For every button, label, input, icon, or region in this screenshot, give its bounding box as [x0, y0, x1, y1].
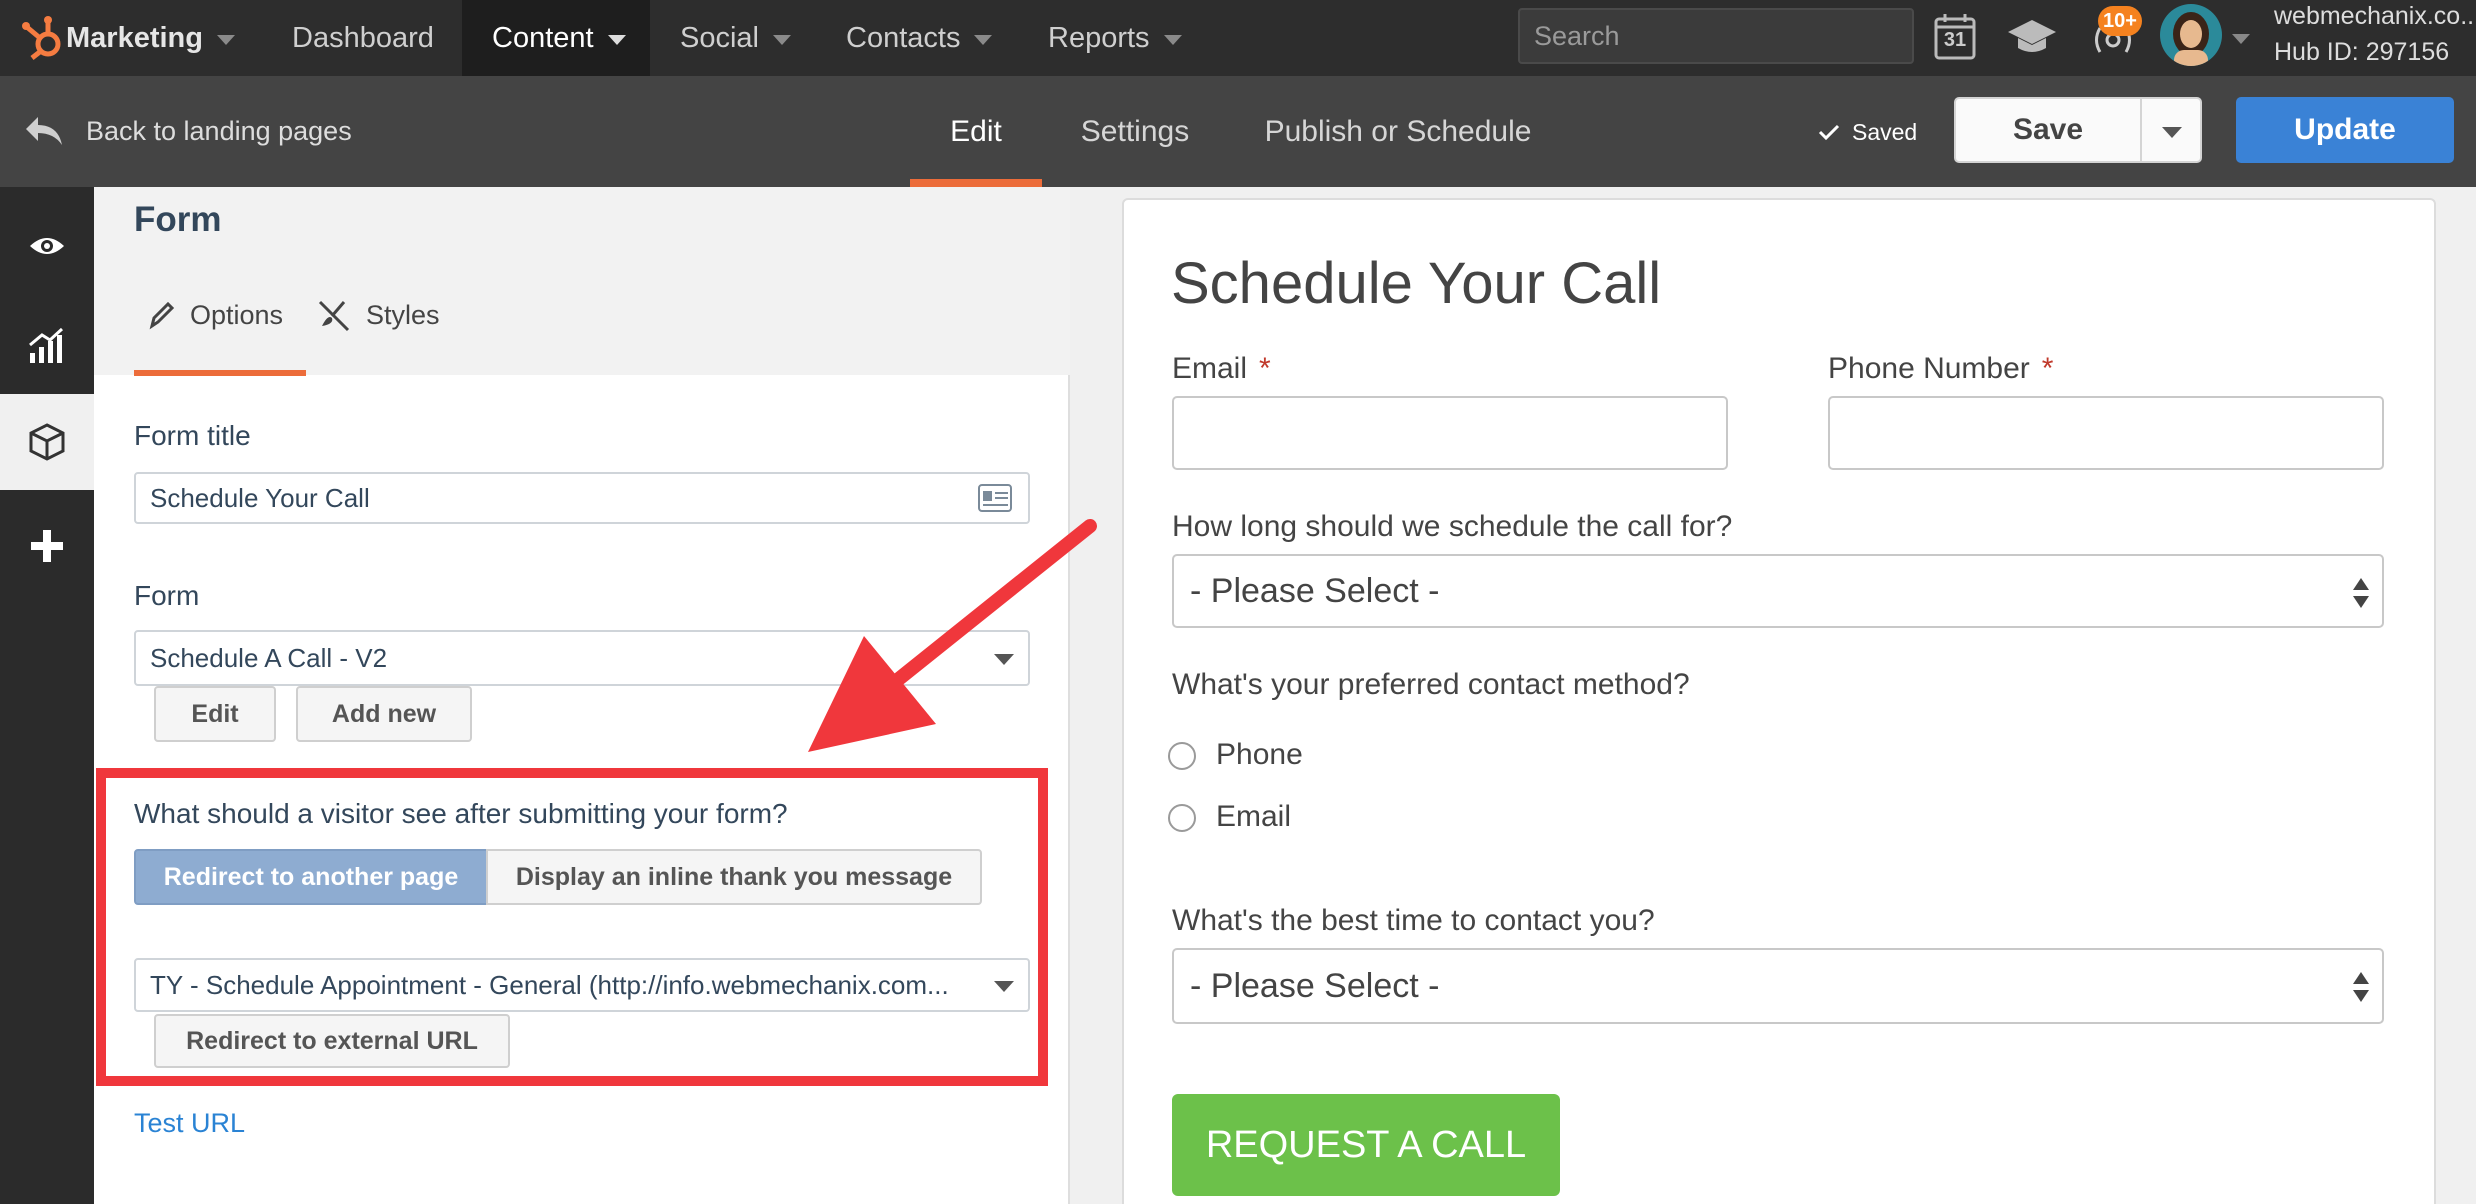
- tab-publish-or-schedule[interactable]: Publish or Schedule: [1258, 76, 1538, 187]
- back-to-landing-pages-link[interactable]: Back to landing pages: [24, 108, 352, 154]
- redirect-page-value: TY - Schedule Appointment - General (htt…: [150, 969, 949, 1000]
- radio-email[interactable]: [1168, 804, 1196, 832]
- nav-dashboard-label: Dashboard: [292, 21, 434, 54]
- saved-status: Saved: [1818, 112, 1917, 152]
- required-mark: *: [2041, 352, 2054, 385]
- red-arrow-annotation: [808, 519, 1097, 752]
- contact-card-icon[interactable]: [978, 484, 1012, 512]
- chevron-down-icon: [216, 35, 235, 45]
- checkmark-icon: [1818, 124, 1840, 141]
- calendar-day: 31: [1943, 29, 1967, 51]
- edit-form-button[interactable]: Edit: [154, 686, 276, 742]
- nav-reports-label: Reports: [1048, 21, 1150, 54]
- up-down-arrows-icon: [2353, 972, 2369, 1002]
- form-title-value: Schedule Your Call: [150, 482, 370, 513]
- tab-options[interactable]: Options: [134, 300, 306, 376]
- chevron-down-icon[interactable]: [2232, 34, 2250, 44]
- best-time-value: - Please Select -: [1190, 966, 1440, 1005]
- chevron-down-icon: [607, 35, 626, 45]
- inline-thank-you-option[interactable]: Display an inline thank you message: [486, 849, 982, 905]
- nav-contacts-label: Contacts: [846, 21, 961, 54]
- update-button[interactable]: Update: [2236, 97, 2454, 163]
- plus-icon: [31, 530, 63, 562]
- rail-preview-button[interactable]: [0, 198, 94, 294]
- call-duration-label: How long should we schedule the call for…: [1172, 510, 1733, 543]
- tab-styles-label: Styles: [366, 300, 440, 330]
- redirect-to-page-option[interactable]: Redirect to another page: [134, 849, 488, 905]
- form-title-label: Form title: [134, 420, 251, 451]
- call-duration-value: - Please Select -: [1190, 571, 1440, 610]
- saved-label: Saved: [1852, 118, 1918, 145]
- cube-icon: [29, 423, 65, 461]
- tab-options-label: Options: [190, 300, 284, 330]
- rail-add-module-button[interactable]: [0, 498, 94, 594]
- tab-styles[interactable]: Styles: [318, 300, 440, 340]
- email-field[interactable]: [1172, 396, 1728, 470]
- required-mark: *: [1259, 352, 1271, 385]
- form-select-label: Form: [134, 580, 200, 611]
- search-input[interactable]: [1518, 8, 1914, 64]
- nav-content-label: Content: [492, 21, 594, 54]
- nav-content[interactable]: Content: [462, 0, 650, 76]
- phone-label-text: Phone Number: [1828, 352, 2030, 385]
- radio-phone-label: Phone: [1216, 738, 1303, 771]
- hubspot-logo-icon[interactable]: [18, 12, 66, 64]
- contact-method-label: What's your preferred contact method?: [1172, 668, 1690, 701]
- eye-icon: [30, 238, 64, 254]
- nav-brand-label: Marketing: [66, 21, 203, 54]
- chevron-down-icon: [1163, 35, 1182, 45]
- form-select-value: Schedule A Call - V2: [150, 642, 388, 673]
- back-arrow-icon: [26, 117, 62, 145]
- best-time-label: What's the best time to contact you?: [1172, 904, 1655, 937]
- user-avatar[interactable]: [2160, 4, 2222, 66]
- redirect-page-select[interactable]: TY - Schedule Appointment - General (htt…: [134, 958, 1030, 1012]
- chevron-down-icon: [773, 35, 791, 45]
- email-label: Email *: [1172, 352, 1271, 386]
- panel-title: Form: [134, 200, 222, 239]
- nav-reports[interactable]: Reports: [1048, 0, 1182, 76]
- nav-social-label: Social: [680, 21, 759, 54]
- tab-settings[interactable]: Settings: [1070, 76, 1200, 187]
- phone-label: Phone Number *: [1828, 352, 2053, 386]
- analytics-chart-icon: [29, 327, 64, 363]
- preview-heading: Schedule Your Call: [1171, 251, 1662, 316]
- rail-analytics-button[interactable]: [0, 298, 94, 394]
- nav-dashboard[interactable]: Dashboard: [292, 0, 434, 76]
- chevron-down-icon: [2162, 127, 2182, 138]
- nav-brand-marketing[interactable]: Marketing: [66, 0, 235, 76]
- nav-contacts[interactable]: Contacts: [846, 0, 993, 76]
- account-domain[interactable]: webmechanix.co...: [2274, 2, 2476, 31]
- academy-icon[interactable]: [2006, 16, 2058, 58]
- after-submit-question: What should a visitor see after submitti…: [134, 798, 788, 829]
- best-time-select[interactable]: - Please Select -: [1172, 948, 2384, 1024]
- request-a-call-button[interactable]: REQUEST A CALL: [1172, 1094, 1560, 1196]
- add-new-form-button[interactable]: Add new: [296, 686, 472, 742]
- pencil-icon: [149, 301, 175, 330]
- radio-email-label: Email: [1216, 800, 1292, 833]
- up-down-arrows-icon: [2353, 578, 2369, 608]
- tab-edit[interactable]: Edit: [910, 76, 1042, 187]
- hub-id: Hub ID: 297156: [2274, 38, 2450, 66]
- test-url-link[interactable]: Test URL: [134, 1108, 245, 1139]
- active-tab-indicator: [910, 179, 1042, 187]
- chevron-down-icon: [974, 35, 993, 45]
- radio-phone[interactable]: [1168, 742, 1196, 770]
- phone-field[interactable]: [1828, 396, 2384, 470]
- redirect-external-url-button[interactable]: Redirect to external URL: [154, 1014, 510, 1068]
- save-button[interactable]: Save: [1954, 97, 2142, 163]
- email-label-text: Email: [1172, 352, 1248, 385]
- save-options-dropdown[interactable]: [2140, 97, 2202, 163]
- notification-badge: 10+: [2098, 6, 2142, 36]
- rail-modules-button[interactable]: [0, 394, 94, 490]
- call-duration-select[interactable]: - Please Select -: [1172, 554, 2384, 628]
- back-label: Back to landing pages: [86, 115, 352, 146]
- chevron-down-icon: [994, 981, 1014, 992]
- brush-icon: [318, 300, 350, 332]
- nav-social[interactable]: Social: [680, 0, 791, 76]
